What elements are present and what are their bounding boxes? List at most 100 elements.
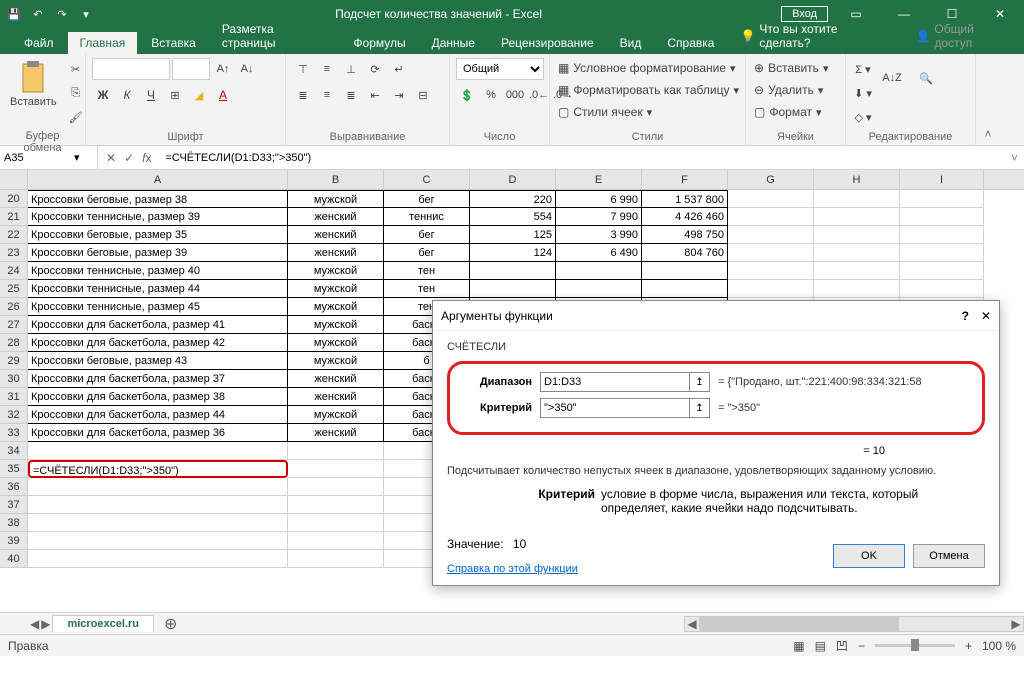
view-break-icon[interactable]: 凹: [836, 637, 848, 654]
cell[interactable]: Кроссовки для баскетбола, размер 44: [28, 406, 288, 424]
column-header[interactable]: H: [814, 170, 900, 189]
number-format-select[interactable]: Общий: [456, 58, 544, 80]
format-cells[interactable]: ▢Формат ▾: [752, 102, 824, 122]
cell[interactable]: 6 490: [556, 244, 642, 262]
sheet-nav-next-icon[interactable]: ▶: [41, 617, 50, 631]
row-header[interactable]: 38: [0, 514, 28, 532]
row-header[interactable]: 39: [0, 532, 28, 550]
cell[interactable]: женский: [288, 208, 384, 226]
cell[interactable]: бег: [384, 226, 470, 244]
cell[interactable]: Кроссовки теннисные, размер 40: [28, 262, 288, 280]
row-header[interactable]: 32: [0, 406, 28, 424]
cell[interactable]: [470, 280, 556, 298]
save-icon[interactable]: 💾: [4, 4, 24, 24]
percent-icon[interactable]: %: [480, 84, 502, 106]
tab-help[interactable]: Справка: [655, 32, 726, 54]
cell[interactable]: [728, 190, 814, 208]
cell[interactable]: [288, 514, 384, 532]
zoom-level[interactable]: 100 %: [982, 639, 1016, 653]
cell-styles[interactable]: ▢Стили ячеек ▾: [556, 102, 654, 122]
font-color-icon[interactable]: A: [212, 84, 234, 106]
cell[interactable]: Кроссовки беговые, размер 39: [28, 244, 288, 262]
orientation-icon[interactable]: ⟳: [364, 58, 386, 80]
row-header[interactable]: 22: [0, 226, 28, 244]
select-all-corner[interactable]: [0, 170, 28, 189]
formula-bar[interactable]: =СЧЁТЕСЛИ(D1:D33;">350"): [159, 152, 1005, 164]
cell[interactable]: [900, 280, 984, 298]
column-header[interactable]: I: [900, 170, 984, 189]
row-header[interactable]: 31: [0, 388, 28, 406]
sort-filter-icon[interactable]: A↓Z: [878, 58, 906, 98]
tab-formulas[interactable]: Формулы: [341, 32, 417, 54]
name-box[interactable]: ▾: [0, 146, 98, 169]
border-icon[interactable]: ⊞: [164, 84, 186, 106]
inc-decimal-icon[interactable]: .0←: [528, 84, 550, 106]
zoom-slider[interactable]: [875, 644, 955, 647]
row-header[interactable]: 37: [0, 496, 28, 514]
delete-cells[interactable]: ⊖Удалить ▾: [752, 80, 825, 100]
cell[interactable]: мужской: [288, 298, 384, 316]
range-input[interactable]: [540, 372, 690, 392]
bold-icon[interactable]: Ж: [92, 84, 114, 106]
cell[interactable]: [28, 550, 288, 568]
cell[interactable]: [642, 280, 728, 298]
cell[interactable]: Кроссовки беговые, размер 38: [28, 190, 288, 208]
tab-insert[interactable]: Вставка: [139, 32, 208, 54]
cell[interactable]: [900, 244, 984, 262]
tab-file[interactable]: Файл: [12, 32, 66, 54]
comma-icon[interactable]: 000: [504, 84, 526, 106]
cell[interactable]: [556, 262, 642, 280]
cell[interactable]: Кроссовки для баскетбола, размер 42: [28, 334, 288, 352]
cell[interactable]: 1 537 800: [642, 190, 728, 208]
cell[interactable]: [900, 208, 984, 226]
cell[interactable]: мужской: [288, 280, 384, 298]
row-header[interactable]: 34: [0, 442, 28, 460]
row-header[interactable]: 27: [0, 316, 28, 334]
cell[interactable]: [642, 262, 728, 280]
column-header[interactable]: A: [28, 170, 288, 189]
italic-icon[interactable]: К: [116, 84, 138, 106]
cell[interactable]: 3 990: [556, 226, 642, 244]
cell[interactable]: [728, 244, 814, 262]
confirm-fx-icon[interactable]: ✓: [124, 151, 134, 165]
row-header[interactable]: 20: [0, 190, 28, 208]
cell[interactable]: [814, 190, 900, 208]
format-painter-icon[interactable]: 🖌: [65, 106, 87, 128]
undo-icon[interactable]: ↶: [28, 4, 48, 24]
cell[interactable]: мужской: [288, 316, 384, 334]
help-link[interactable]: Справка по этой функции: [447, 563, 578, 575]
cancel-fx-icon[interactable]: ✕: [106, 151, 116, 165]
find-select-icon[interactable]: 🔍: [912, 58, 940, 98]
cell[interactable]: тен: [384, 280, 470, 298]
cell[interactable]: [28, 478, 288, 496]
row-header[interactable]: 26: [0, 298, 28, 316]
cell[interactable]: [814, 280, 900, 298]
cell[interactable]: мужской: [288, 352, 384, 370]
collapse-ribbon-icon[interactable]: ˄: [976, 54, 1000, 145]
cell[interactable]: 498 750: [642, 226, 728, 244]
cell[interactable]: Кроссовки теннисные, размер 45: [28, 298, 288, 316]
align-right-icon[interactable]: ≣: [340, 84, 362, 106]
column-header[interactable]: E: [556, 170, 642, 189]
fill-icon[interactable]: ⬇ ▾: [852, 82, 874, 104]
format-as-table[interactable]: ▦Форматировать как таблицу ▾: [556, 80, 741, 100]
paste-button[interactable]: Вставить: [6, 58, 61, 110]
cell[interactable]: [288, 460, 384, 478]
dialog-help-icon[interactable]: ?: [962, 309, 969, 323]
cell[interactable]: 4 426 460: [642, 208, 728, 226]
cell[interactable]: тен: [384, 262, 470, 280]
increase-font-icon[interactable]: A↑: [212, 58, 234, 80]
cell[interactable]: 6 990: [556, 190, 642, 208]
cell[interactable]: [900, 190, 984, 208]
cell[interactable]: [288, 532, 384, 550]
cell[interactable]: Кроссовки для баскетбола, размер 36: [28, 424, 288, 442]
tab-layout[interactable]: Разметка страницы: [210, 18, 340, 54]
ok-button[interactable]: OK: [833, 544, 905, 568]
cell[interactable]: мужской: [288, 334, 384, 352]
sheet-tab[interactable]: microexcel.ru: [52, 615, 154, 632]
view-normal-icon[interactable]: ▦: [793, 639, 804, 653]
cell[interactable]: теннис: [384, 208, 470, 226]
conditional-formatting[interactable]: ▦Условное форматирование ▾: [556, 58, 738, 78]
cell[interactable]: Кроссовки для баскетбола, размер 38: [28, 388, 288, 406]
font-name-select[interactable]: [92, 58, 170, 80]
